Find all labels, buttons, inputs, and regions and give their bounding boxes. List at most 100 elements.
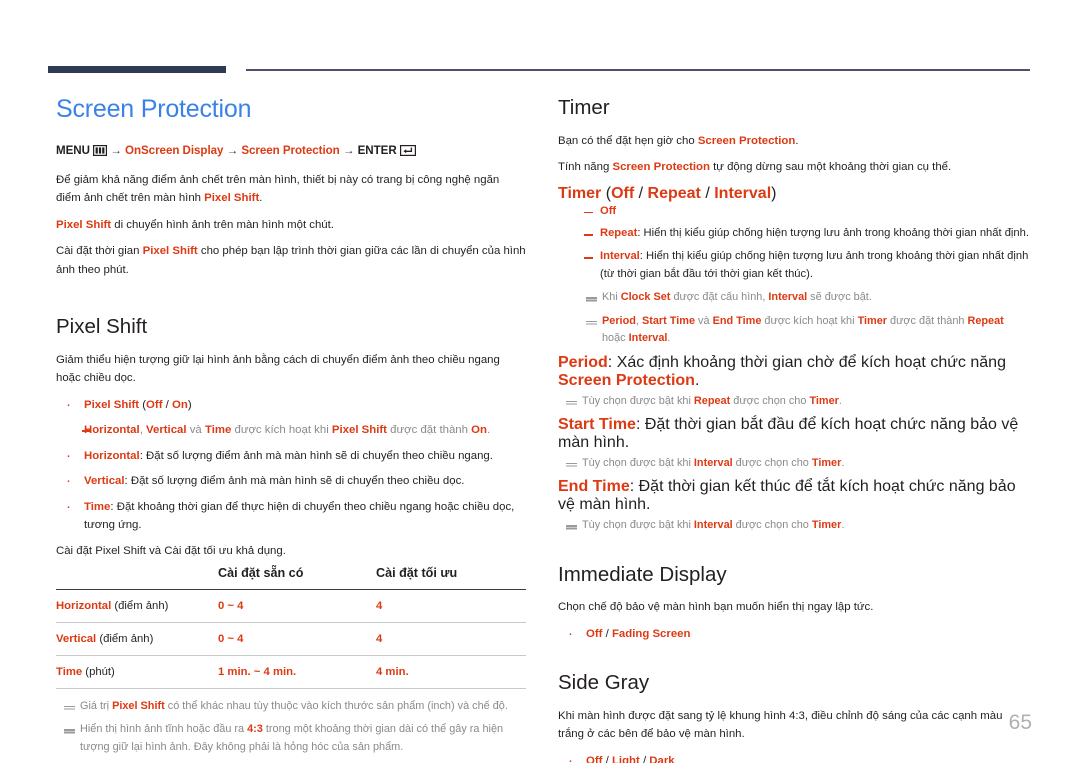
sub-bullet-item: Horizontal, Vertical và Time được kích h… xyxy=(56,421,526,439)
manual-page: Screen Protection MENU → OnScreen Displa… xyxy=(0,0,1080,763)
text-run: Pixel Shift xyxy=(112,700,165,713)
section-title-immediate-display: Immediate Display xyxy=(558,562,727,586)
table-cell-label: Time (phút) xyxy=(56,655,218,690)
bullet-item: Off / Light / Dark xyxy=(558,750,1030,763)
row-label-unit: (điểm ảnh) xyxy=(111,600,169,613)
text-run: On xyxy=(471,424,487,437)
text-run: Tùy chọn được bật khi xyxy=(582,519,694,532)
table-cell-available: 0 ~ 4 xyxy=(218,622,376,657)
text-run: Pixel Shift xyxy=(204,192,260,205)
text-run: Clock Set xyxy=(620,291,671,304)
menu-path-step-1: OnScreen Display xyxy=(125,143,224,157)
text-run: : Đặt số lượng điểm ảnh mà màn hình sẽ d… xyxy=(124,475,465,488)
text-run: di chuyển hình ảnh trên màn hình một chú… xyxy=(111,218,334,231)
section-title-pixel-shift: Pixel Shift xyxy=(56,315,148,339)
side-gray-description: Khi màn hình được đặt sang tỷ lệ khung h… xyxy=(558,709,1003,741)
text-run: Time xyxy=(204,424,232,437)
note-item: Tùy chọn được bật khi Interval được chọn… xyxy=(558,455,1030,472)
text-run: ) xyxy=(187,398,192,411)
bullet-item: Vertical: Đặt số lượng điểm ảnh mà màn h… xyxy=(56,470,526,493)
text-run: được đặt cấu hình, xyxy=(670,291,769,304)
text-run: Screen Protection xyxy=(697,134,796,147)
text-run: Timer xyxy=(857,314,888,327)
table-cell-optimum: 4 min. xyxy=(376,655,526,690)
text-run: Horizontal xyxy=(84,424,140,437)
bullet-item: Horizontal: Đặt số lượng điểm ảnh mà màn… xyxy=(56,445,526,468)
text-run: Period xyxy=(558,353,608,371)
text-run: Off xyxy=(611,184,635,202)
text-run: Bạn có thể đặt hẹn giờ cho xyxy=(558,134,698,147)
text-run: Interval xyxy=(768,291,808,304)
text-run: . xyxy=(838,394,842,407)
note-item: Khi Clock Set được đặt cấu hình, Interva… xyxy=(558,289,1030,306)
text-run: ( xyxy=(139,398,147,411)
menu-grid-icon xyxy=(93,144,108,156)
arrow-3: → xyxy=(342,143,355,157)
text-run: Timer xyxy=(811,456,842,469)
text-run: Interval xyxy=(693,519,733,532)
paragraph: Hiển thị hình ảnh tĩnh hoặc đầu ra 4:3 t… xyxy=(56,721,526,756)
table-lead-text: Cài đặt Pixel Shift và Cài đặt tối ưu kh… xyxy=(56,544,286,557)
text-run: . xyxy=(841,519,845,532)
bullet-item: Time: Đặt khoảng thời gian để thực hiện … xyxy=(56,496,526,535)
header-rule-line xyxy=(246,69,1030,71)
text-run: / xyxy=(639,754,650,763)
text-run: được chọn cho xyxy=(732,519,812,532)
text-run: ) xyxy=(771,184,777,202)
menu-path-step-2: Screen Protection xyxy=(241,143,340,157)
text-run: Tùy chọn được bật khi xyxy=(582,394,694,407)
text-run: . xyxy=(667,332,671,345)
right-column: Timer Bạn có thể đặt hẹn giờ cho Screen … xyxy=(558,96,1030,763)
text-run: được đặt thành xyxy=(386,424,472,437)
timer-paragraphs: Bạn có thể đặt hẹn giờ cho Screen Protec… xyxy=(558,132,1030,177)
note-item: Tùy chọn được bật khi Repeat được chọn c… xyxy=(558,393,1030,410)
text-run: Repeat xyxy=(693,394,731,407)
text-run: Interval xyxy=(628,332,668,345)
pixel-shift-settings-table: Cài đặt sẵn có Cài đặt tối ưu Horizontal… xyxy=(56,566,526,690)
page-number: 65 xyxy=(1008,711,1032,734)
table-footnotes: Giá trị Pixel Shift có thể khác nhau tùy… xyxy=(56,698,526,756)
text-run: được kích hoạt khi xyxy=(761,314,858,327)
text-run: Timer xyxy=(809,394,839,407)
text-run: / xyxy=(602,754,612,763)
table-row: Horizontal (điểm ảnh) 0 ~ 44 xyxy=(56,589,526,624)
text-run: : Đặt khoảng thời gian để thực hiện di c… xyxy=(84,500,515,532)
bullet-item: Period: Xác định khoảng thời gian chờ để… xyxy=(558,354,1030,390)
table-cell-optimum: 4 xyxy=(376,589,526,624)
menu-label: MENU xyxy=(56,143,90,157)
table-row: Vertical (điểm ảnh) 0 ~ 44 xyxy=(56,622,526,657)
text-run: Pixel Shift xyxy=(331,424,387,437)
text-run: / xyxy=(162,398,172,411)
header-accent-bar xyxy=(48,66,226,73)
table-cell-label: Horizontal (điểm ảnh) xyxy=(56,589,218,624)
sub-bullet-item: Interval: Hiển thị kiểu giúp chống hiện … xyxy=(558,248,1030,284)
text-run: Pixel Shift xyxy=(56,218,112,231)
pixel-shift-description: Giảm thiểu hiện tượng giữ lại hình ảnh b… xyxy=(56,353,500,385)
text-run: . xyxy=(259,192,263,205)
paragraph: Pixel Shift di chuyển hình ảnh trên màn … xyxy=(56,216,526,234)
table-header-cell-2: Cài đặt tối ưu xyxy=(376,566,458,581)
text-run: Timer xyxy=(811,519,842,532)
text-run: 4:3 xyxy=(247,723,263,736)
bullet-item: Timer (Off / Repeat / Interval) xyxy=(558,185,1030,203)
text-run: Hiển thị hình ảnh tĩnh hoặc đầu ra xyxy=(80,723,248,736)
bullet-item: Start Time: Đặt thời gian bắt đầu để kíc… xyxy=(558,416,1030,452)
text-run: Timer xyxy=(558,184,602,202)
paragraph: Cài đặt thời gian Pixel Shift cho phép b… xyxy=(56,242,526,279)
timer-option-list: Timer (Off / Repeat / Interval) Off Repeat… xyxy=(558,185,1030,535)
text-run: Tùy chọn được bật khi xyxy=(582,456,694,469)
text-run: Time xyxy=(84,500,111,513)
note-item: Tùy chọn được bật khi Interval được chọn… xyxy=(558,517,1030,534)
table-header-row: Cài đặt sẵn có Cài đặt tối ưu xyxy=(56,566,526,590)
menu-path-breadcrumb: MENU → OnScreen Display → Screen Protect… xyxy=(56,142,526,159)
row-label-term: Vertical xyxy=(56,633,97,646)
text-run: End Time xyxy=(712,314,762,327)
table-cell-optimum: 4 xyxy=(376,622,526,657)
text-run: Vertical xyxy=(84,475,125,488)
text-run: : Đặt số lượng điểm ảnh mà màn hình sẽ d… xyxy=(139,449,493,462)
bullet-item: Pixel Shift (Off / On) xyxy=(56,394,526,417)
sub-bullet-item: Off xyxy=(558,203,1030,221)
text-run: và xyxy=(186,424,205,437)
text-run: tự động dừng sau một khoảng thời gian cụ… xyxy=(709,161,952,174)
intro-paragraphs: Để giảm khả năng điểm ảnh chết trên màn … xyxy=(56,171,526,279)
